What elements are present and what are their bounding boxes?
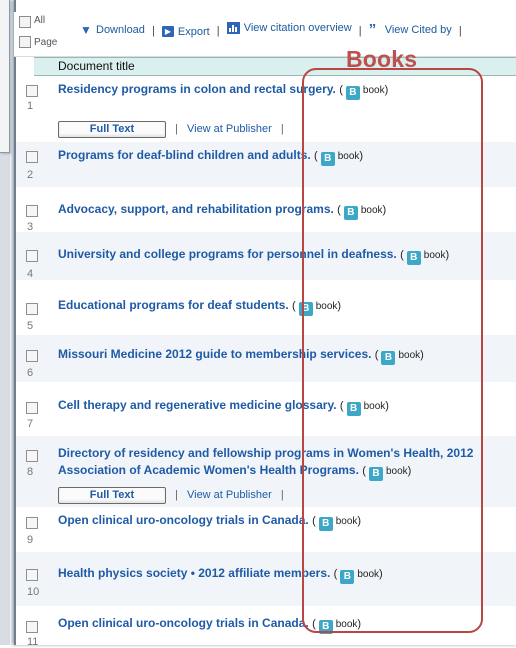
select-all-checkbox[interactable]: [19, 16, 31, 28]
document-title: Educational programs for deaf students.: [58, 298, 289, 312]
document-title: Open clinical uro-oncology trials in Can…: [58, 513, 309, 527]
row-checkbox[interactable]: [26, 151, 38, 163]
toolbar-separator: |: [216, 25, 220, 37]
row-number: 11: [27, 636, 39, 648]
row-checkbox[interactable]: [26, 621, 38, 633]
download-label: Download: [96, 24, 145, 36]
row-actions: Full Text | View at Publisher |: [58, 121, 290, 138]
document-title: Cell therapy and regenerative medicine g…: [58, 398, 337, 412]
row-checkbox[interactable]: [26, 85, 38, 97]
download-link[interactable]: ▼ Download: [80, 24, 145, 36]
books-annotation-label: Books: [346, 46, 418, 72]
select-page-label: Page: [34, 37, 58, 48]
row-checkbox[interactable]: [26, 450, 38, 462]
books-annotation-outline: [302, 68, 483, 633]
cited-by-link[interactable]: ” View Cited by: [368, 21, 452, 38]
row-checkbox[interactable]: [26, 303, 38, 315]
row-number: 8: [27, 466, 34, 478]
document-title: Advocacy, support, and rehabilitation pr…: [58, 202, 334, 216]
row-checkbox[interactable]: [26, 517, 38, 529]
download-icon: ▼: [80, 23, 92, 37]
cited-by-label: View Cited by: [384, 24, 452, 36]
row-number: 10: [27, 586, 40, 598]
full-text-button[interactable]: Full Text: [58, 121, 166, 138]
row-checkbox[interactable]: [26, 205, 38, 217]
view-at-publisher-link[interactable]: View at Publisher: [187, 123, 272, 135]
row-number: 6: [27, 367, 34, 379]
export-icon: ▶: [161, 26, 174, 37]
row-number: 2: [27, 169, 34, 181]
citation-overview-link[interactable]: View citation overview: [226, 22, 352, 34]
select-all-label: All: [34, 15, 46, 26]
toolbar-separator: |: [458, 25, 462, 37]
row-number: 9: [27, 534, 34, 546]
results-toolbar: All Page ▼ Download | ▶ Export | View ci…: [14, 12, 516, 57]
row-number: 4: [27, 268, 34, 280]
document-title: Health physics society • 2012 affiliate …: [58, 566, 331, 580]
document-title-header[interactable]: Document title: [58, 59, 135, 73]
document-title: Open clinical uro-oncology trials in Can…: [58, 616, 309, 630]
toolbar-separator: |: [151, 25, 155, 37]
export-link[interactable]: ▶ Export: [161, 25, 210, 38]
row-number: 7: [27, 418, 34, 430]
document-title: Residency programs in colon and rectal s…: [58, 82, 336, 96]
quote-icon: ”: [368, 21, 377, 38]
select-page-checkbox[interactable]: [19, 36, 31, 48]
citation-chart-icon: [226, 22, 240, 34]
row-number: 5: [27, 320, 34, 332]
toolbar-separator: |: [358, 25, 362, 37]
view-at-publisher-link[interactable]: View at Publisher: [187, 489, 272, 501]
toolbar-actions: ▼ Download | ▶ Export | View citation ov…: [80, 22, 466, 38]
export-label: Export: [177, 25, 210, 38]
row-number: 1: [27, 100, 34, 112]
row-actions: Full Text | View at Publisher |: [58, 487, 290, 504]
background-panel: [0, 0, 10, 153]
row-checkbox[interactable]: [26, 250, 38, 262]
row-checkbox[interactable]: [26, 350, 38, 362]
row-checkbox[interactable]: [26, 569, 38, 581]
citation-overview-label: View citation overview: [243, 22, 352, 34]
full-text-button[interactable]: Full Text: [58, 487, 166, 504]
document-title: Programs for deaf-blind children and adu…: [58, 148, 311, 162]
row-checkbox[interactable]: [26, 402, 38, 414]
document-title-link[interactable]: Educational programs for deaf students. …: [58, 297, 341, 316]
